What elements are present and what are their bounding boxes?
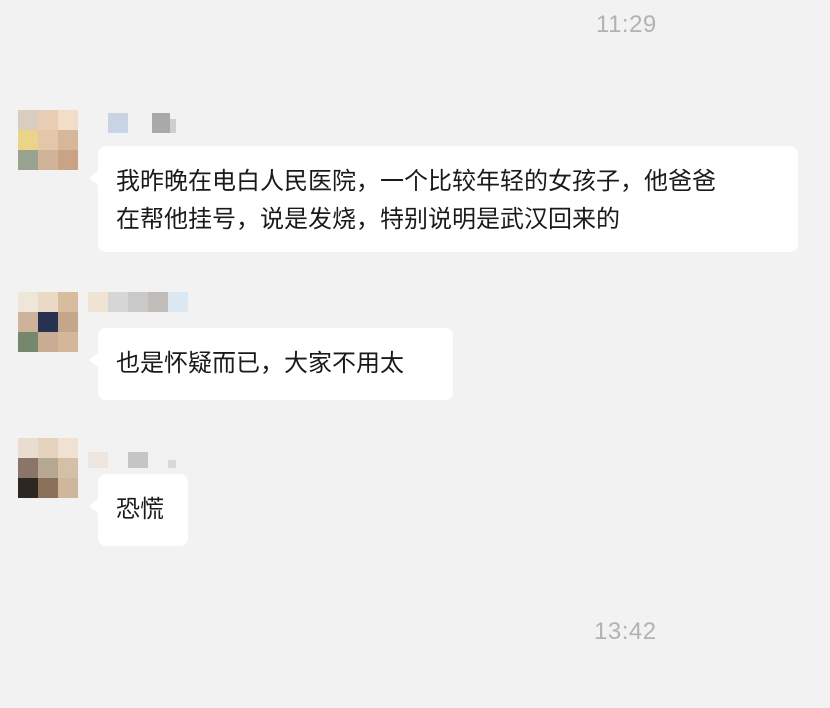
timestamp: 11:29	[596, 11, 657, 38]
message-bubble[interactable]: 恐慌	[89, 474, 188, 546]
avatar[interactable]	[18, 292, 78, 352]
avatar[interactable]	[18, 110, 78, 170]
avatar[interactable]	[18, 438, 78, 498]
sender-name-blurred	[88, 452, 176, 472]
message-text: 恐慌	[116, 495, 164, 523]
message-bubble[interactable]: 也是怀疑而已，大家不用太	[89, 328, 453, 400]
message-text: 我昨晚在电白人民医院，一个比较年轻的女孩子，他爸爸	[116, 167, 716, 195]
timestamp: 13:42	[594, 618, 657, 645]
message-bubble[interactable]: 我昨晚在电白人民医院，一个比较年轻的女孩子，他爸爸 在帮他挂号，说是发烧，特别说…	[89, 146, 798, 252]
sender-name-blurred	[88, 292, 188, 312]
message-text: 在帮他挂号，说是发烧，特别说明是武汉回来的	[116, 205, 620, 233]
message-text: 也是怀疑而已，大家不用太	[116, 349, 404, 377]
sender-name-blurred	[108, 113, 176, 133]
